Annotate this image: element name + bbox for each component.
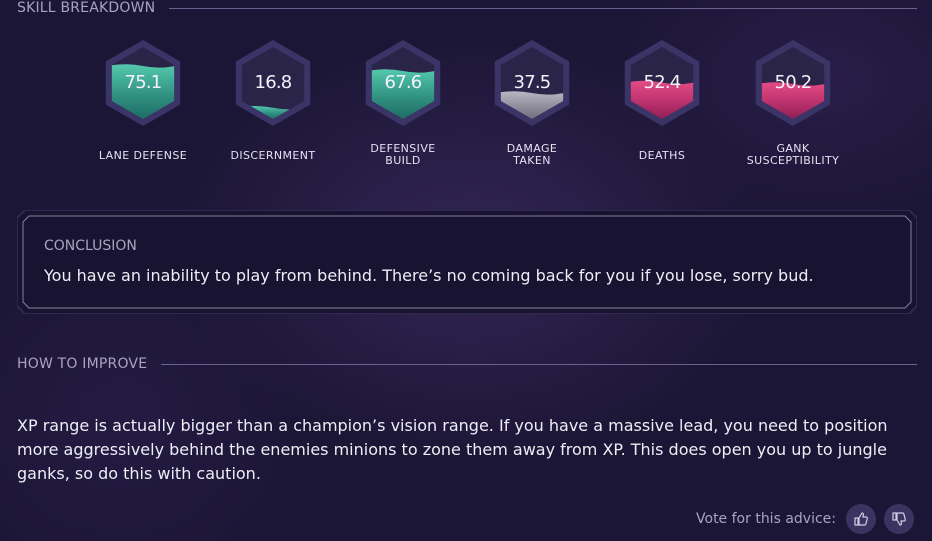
stat-label-line: BUILD	[385, 154, 421, 167]
stat-label: LANE DEFENSE	[98, 149, 188, 162]
vote-label: Vote for this advice:	[696, 511, 836, 527]
stat-value: 52.4	[643, 72, 682, 93]
thumbs-down-icon	[892, 512, 906, 526]
stat-label-line: TAKEN	[513, 154, 551, 167]
stat-defensive-build: 67.6 DEFENSIVE BUILD	[338, 38, 468, 167]
conclusion-text: You have an inability to play from behin…	[44, 266, 814, 285]
how-to-improve-header: HOW TO IMPROVE	[17, 356, 917, 372]
stat-label: GANK SUSCEPTIBILITY	[728, 143, 858, 167]
conclusion-panel: CONCLUSION You have an inability to play…	[17, 210, 917, 314]
section-title: SKILL BREAKDOWN	[17, 0, 156, 16]
downvote-button[interactable]	[884, 504, 914, 534]
stat-value: 37.5	[513, 72, 552, 93]
stat-gank-susceptibility: 50.2 GANK SUSCEPTIBILITY	[728, 38, 858, 167]
stat-deaths: 52.4 DEATHS	[597, 38, 727, 162]
stat-lane-defense: 75.1 LANE DEFENSE	[78, 38, 208, 162]
conclusion-title: CONCLUSION	[44, 238, 137, 254]
stat-discernment: 16.8 DISCERNMENT	[208, 38, 338, 162]
stat-value: 50.2	[774, 72, 813, 93]
section-title: HOW TO IMPROVE	[17, 356, 148, 372]
stat-label: DISCERNMENT	[230, 149, 316, 162]
improve-text: XP range is actually bigger than a champ…	[17, 416, 888, 483]
divider	[169, 7, 917, 9]
stat-label-line: SUSCEPTIBILITY	[746, 154, 840, 167]
skill-breakdown-header: SKILL BREAKDOWN	[17, 0, 917, 16]
upvote-button[interactable]	[846, 504, 876, 534]
stat-value: 75.1	[124, 72, 163, 93]
stat-value: 16.8	[254, 72, 293, 93]
panel-frame	[17, 210, 917, 314]
stat-value: 67.6	[384, 72, 423, 93]
stat-label: DEATHS	[638, 149, 686, 162]
stat-label: DAMAGE TAKEN	[467, 143, 597, 167]
thumbs-up-icon	[854, 512, 868, 526]
vote-bar: Vote for this advice:	[696, 504, 914, 534]
stat-label: DEFENSIVE BUILD	[338, 143, 468, 167]
stat-damage-taken: 37.5 DAMAGE TAKEN	[467, 38, 597, 167]
divider	[161, 363, 917, 365]
